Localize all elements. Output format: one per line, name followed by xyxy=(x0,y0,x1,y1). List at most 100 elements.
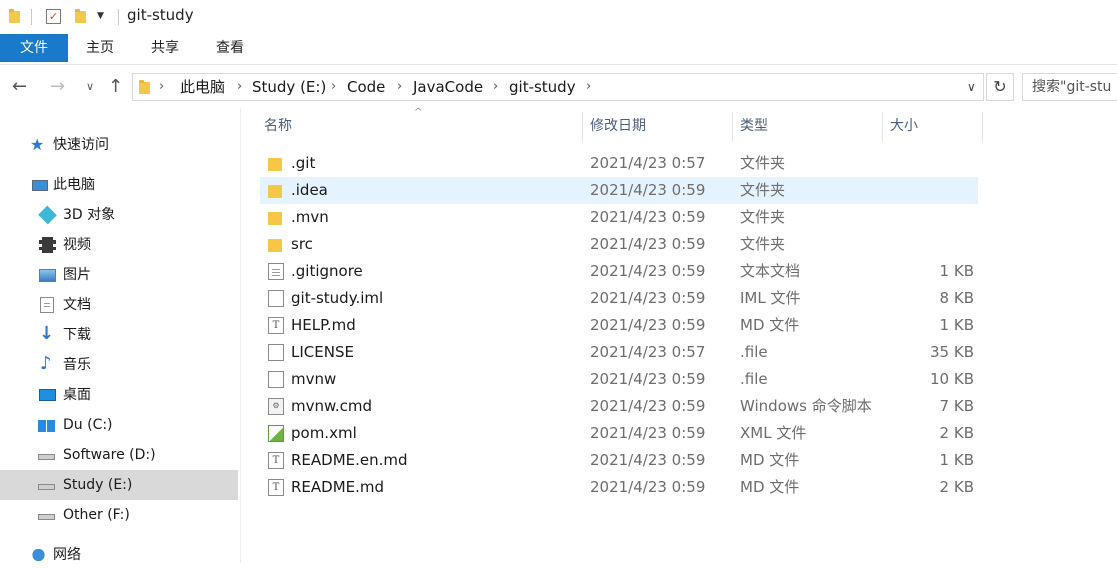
back-arrow-icon[interactable]: ← xyxy=(12,77,27,97)
sidebar-item-drive-c[interactable]: Du (C:) xyxy=(0,410,238,440)
file-date: 2021/4/23 0:59 xyxy=(590,208,706,226)
file-row[interactable]: git-study.iml 2021/4/23 0:59 IML 文件 8 KB xyxy=(260,285,978,312)
recent-locations-chevron-icon[interactable]: ∨ xyxy=(86,80,94,93)
column-header-date[interactable]: 修改日期 xyxy=(590,108,732,144)
sidebar-item-downloads[interactable]: ↓ 下载 xyxy=(0,320,238,350)
breadcrumb-separator-icon[interactable]: › xyxy=(586,74,591,100)
sidebar-item-network[interactable]: 网络 xyxy=(0,540,238,570)
file-row[interactable]: T README.en.md 2021/4/23 0:59 MD 文件 1 KB xyxy=(260,447,978,474)
pane-divider[interactable] xyxy=(240,108,241,563)
file-size: 2 KB xyxy=(939,478,974,496)
sidebar-item-label: 视频 xyxy=(63,237,91,253)
forward-arrow-icon[interactable]: → xyxy=(50,77,65,97)
cmd-file-icon: ⚙ xyxy=(268,398,284,415)
tab-file[interactable]: 文件 xyxy=(0,34,68,62)
file-row[interactable]: T README.md 2021/4/23 0:59 MD 文件 2 KB xyxy=(260,474,978,501)
breadcrumb-study-drive[interactable]: Study (E:) xyxy=(252,74,326,100)
drive-icon xyxy=(38,454,55,460)
tab-view[interactable]: 查看 xyxy=(204,34,256,62)
file-type: .file xyxy=(740,343,768,361)
sidebar-item-drive-d[interactable]: Software (D:) xyxy=(0,440,238,470)
file-date: 2021/4/23 0:59 xyxy=(590,424,706,442)
file-date: 2021/4/23 0:59 xyxy=(590,289,706,307)
text-file-icon xyxy=(268,263,284,280)
file-name: README.en.md xyxy=(291,451,408,469)
file-size xyxy=(892,204,974,231)
sidebar-item-drive-e[interactable]: Study (E:) xyxy=(0,470,238,500)
file-row[interactable]: pom.xml 2021/4/23 0:59 XML 文件 2 KB xyxy=(260,420,978,447)
column-divider[interactable] xyxy=(882,112,883,142)
breadcrumb-separator-icon[interactable]: › xyxy=(331,74,336,100)
file-date: 2021/4/23 0:59 xyxy=(590,451,706,469)
cube-icon xyxy=(38,205,57,225)
tab-home[interactable]: 主页 xyxy=(74,34,126,62)
blank-file-icon xyxy=(268,290,284,307)
sidebar-item-label: 音乐 xyxy=(63,357,91,373)
sidebar-item-music[interactable]: ♪ 音乐 xyxy=(0,350,238,380)
column-divider[interactable] xyxy=(982,112,983,142)
breadcrumb-separator-icon[interactable]: › xyxy=(159,74,164,100)
sidebar-item-quick-access[interactable]: ★ 快速访问 xyxy=(0,130,238,160)
file-row[interactable]: .gitignore 2021/4/23 0:59 文本文档 1 KB xyxy=(260,258,978,285)
file-row[interactable]: mvnw 2021/4/23 0:59 .file 10 KB xyxy=(260,366,978,393)
tab-share[interactable]: 共享 xyxy=(139,34,191,62)
column-divider[interactable] xyxy=(732,112,733,142)
ribbon-tabs: 文件 主页 共享 查看 xyxy=(0,34,1117,65)
file-row[interactable]: LICENSE 2021/4/23 0:57 .file 35 KB xyxy=(260,339,978,366)
breadcrumb-javacode[interactable]: JavaCode xyxy=(413,74,483,100)
sidebar-item-pictures[interactable]: 图片 xyxy=(0,260,238,290)
file-size: 1 KB xyxy=(939,262,974,280)
file-type: 文件夹 xyxy=(740,208,786,226)
address-history-chevron-icon[interactable]: ∨ xyxy=(967,80,976,94)
computer-icon xyxy=(32,180,48,191)
file-row[interactable]: .mvn 2021/4/23 0:59 文件夹 xyxy=(260,204,978,231)
folder-icon xyxy=(9,9,20,23)
folder-icon xyxy=(268,185,282,198)
up-arrow-icon[interactable]: ↑ xyxy=(108,77,123,97)
properties-check-icon[interactable]: ✓ xyxy=(46,9,61,24)
breadcrumb-separator-icon[interactable]: › xyxy=(493,74,498,100)
breadcrumb-git-study[interactable]: git-study xyxy=(509,74,576,100)
sidebar-item-documents[interactable]: 文档 xyxy=(0,290,238,320)
file-name: src xyxy=(291,235,313,253)
breadcrumb-code[interactable]: Code xyxy=(347,74,385,100)
folder-icon xyxy=(139,80,150,94)
file-date: 2021/4/23 0:57 xyxy=(590,154,706,172)
sidebar-item-desktop[interactable]: 桌面 xyxy=(0,380,238,410)
breadcrumb-separator-icon[interactable]: › xyxy=(237,74,242,100)
file-row[interactable]: ⚙ mvnw.cmd 2021/4/23 0:59 Windows 命令脚本 7… xyxy=(260,393,978,420)
breadcrumb-separator-icon[interactable]: › xyxy=(397,74,402,100)
quick-access-dropdown-icon[interactable]: ▼ xyxy=(97,11,104,21)
windows-drive-icon xyxy=(38,420,55,432)
music-note-icon: ♪ xyxy=(40,353,52,374)
sidebar-item-3d-objects[interactable]: 3D 对象 xyxy=(0,200,238,230)
file-date: 2021/4/23 0:59 xyxy=(590,235,706,253)
window-title: git-study xyxy=(127,6,194,24)
sidebar-item-label: Study (E:) xyxy=(63,477,133,493)
new-folder-icon[interactable] xyxy=(75,9,86,23)
file-row[interactable]: T HELP.md 2021/4/23 0:59 MD 文件 1 KB xyxy=(260,312,978,339)
breadcrumb-this-pc[interactable]: 此电脑 xyxy=(180,74,225,100)
column-header-name[interactable]: 名称 xyxy=(264,108,580,144)
file-date: 2021/4/23 0:59 xyxy=(590,478,706,496)
search-input[interactable]: 搜索"git-stu xyxy=(1022,73,1117,101)
sidebar-item-this-pc[interactable]: 此电脑 xyxy=(0,170,238,200)
typora-file-icon: T xyxy=(268,317,284,334)
file-row[interactable]: src 2021/4/23 0:59 文件夹 xyxy=(260,231,978,258)
sidebar-item-videos[interactable]: 视频 xyxy=(0,230,238,260)
sidebar-item-label: 快速访问 xyxy=(53,137,109,153)
file-row[interactable]: .idea 2021/4/23 0:59 文件夹 xyxy=(260,177,978,204)
file-row[interactable]: .git 2021/4/23 0:57 文件夹 xyxy=(260,150,978,177)
column-header-type[interactable]: 类型 xyxy=(740,108,882,144)
sidebar-item-drive-f[interactable]: Other (F:) xyxy=(0,500,238,530)
file-name: pom.xml xyxy=(291,424,357,442)
column-header-size[interactable]: 大小 xyxy=(890,108,980,144)
sidebar-item-label: 此电脑 xyxy=(53,177,95,193)
file-type: 文本文档 xyxy=(740,262,801,280)
file-size: 1 KB xyxy=(939,451,974,469)
sidebar-item-label: 桌面 xyxy=(63,387,91,403)
address-bar[interactable]: › 此电脑 › Study (E:) › Code › JavaCode › g… xyxy=(132,73,984,101)
refresh-icon[interactable]: ↻ xyxy=(986,73,1014,101)
drive-icon xyxy=(38,484,55,490)
column-divider[interactable] xyxy=(582,112,583,142)
